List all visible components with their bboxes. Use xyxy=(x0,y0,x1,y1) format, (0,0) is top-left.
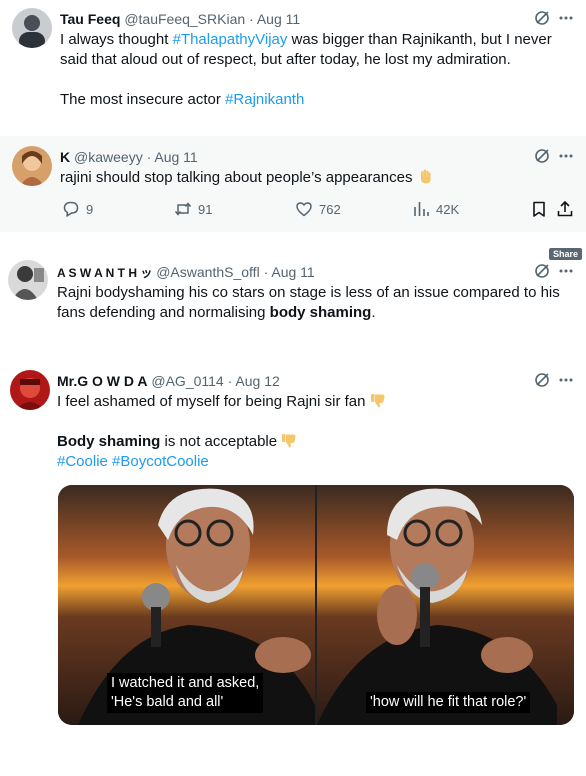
more-icon[interactable] xyxy=(558,10,574,26)
tweet-date[interactable]: Aug 11 xyxy=(154,149,197,165)
separator: · xyxy=(142,149,155,165)
tweet-date[interactable]: Aug 12 xyxy=(235,373,279,389)
video-still-right xyxy=(317,485,574,725)
hashtag-link[interactable]: #Rajnikanth xyxy=(225,91,304,108)
thumbs-down-emoji xyxy=(281,432,297,448)
caption-right: 'how will he fit that role?' xyxy=(366,692,531,713)
bookmark-button[interactable] xyxy=(530,200,548,218)
grok-icon[interactable] xyxy=(534,10,550,26)
tweet-1[interactable]: Tau Feeq @tauFeeq_SRKian · Aug 11 I alwa… xyxy=(0,0,586,136)
caption-left: I watched it and asked, 'He's bald and a… xyxy=(107,673,264,713)
author-handle[interactable]: @kaweeyy xyxy=(74,149,143,165)
separator: · xyxy=(223,373,236,389)
views-button[interactable]: 42K xyxy=(412,200,459,218)
views-icon xyxy=(412,200,430,218)
author-handle[interactable]: @AG_0114 xyxy=(151,373,223,389)
like-button[interactable]: 762 xyxy=(295,200,341,218)
repost-button[interactable]: 91 xyxy=(174,200,212,218)
separator: · xyxy=(259,264,272,280)
author-handle[interactable]: @tauFeeq_SRKian xyxy=(124,11,245,27)
tweet-2-actions: 9 91 762 42K xyxy=(56,200,574,222)
share-button[interactable] xyxy=(556,200,574,218)
more-icon[interactable] xyxy=(558,372,574,388)
tweet-text-line: Rajni bodyshaming his co stars on stage … xyxy=(57,284,560,301)
views-count: 42K xyxy=(436,201,460,217)
tweet-text-line: I feel ashamed of myself for being Rajni… xyxy=(57,392,577,412)
tweet-date[interactable]: Aug 11 xyxy=(257,11,300,27)
tweet-text-line: Body shaming is not acceptable xyxy=(57,432,577,452)
grok-icon[interactable] xyxy=(534,263,550,279)
author-name[interactable]: Mr.G O W D A xyxy=(57,373,147,389)
reply-count: 9 xyxy=(86,201,94,217)
share-icon xyxy=(556,200,574,218)
like-count: 762 xyxy=(319,201,341,217)
author-name[interactable]: Tau Feeq xyxy=(60,11,120,27)
author-name[interactable]: A S W A N T H ッ xyxy=(57,266,152,280)
avatar[interactable] xyxy=(8,260,48,300)
avatar[interactable] xyxy=(12,8,52,48)
media-panel-right: 'how will he fit that role?' xyxy=(317,485,574,725)
hashtag-links[interactable]: #Coolie #BoycotCoolie xyxy=(57,452,577,472)
separator: · xyxy=(245,11,257,27)
repost-count: 91 xyxy=(198,201,213,217)
author-handle[interactable]: @AswanthS_offl xyxy=(156,264,259,280)
avatar[interactable] xyxy=(10,370,50,410)
repost-icon xyxy=(174,200,192,218)
tweet-3[interactable]: A S W A N T H ッ @AswanthS_offl · Aug 11 … xyxy=(0,250,586,350)
tweet-date[interactable]: Aug 11 xyxy=(271,264,314,280)
reply-button[interactable]: 9 xyxy=(62,200,93,218)
avatar[interactable] xyxy=(12,146,52,186)
bookmark-icon xyxy=(530,200,548,218)
grok-icon[interactable] xyxy=(534,148,550,164)
tweet-text: rajini should stop talking about people’… xyxy=(60,169,413,186)
thumbs-down-emoji xyxy=(370,392,386,408)
tweet-text-line: fans defending and normalising body sham… xyxy=(57,304,376,321)
tweet-text-line: The most insecure actor #Rajnikanth xyxy=(60,91,305,108)
hashtag-link[interactable]: #ThalapathyVijay xyxy=(173,31,288,48)
more-icon[interactable] xyxy=(558,148,574,164)
tweet-text-line: I always thought #ThalapathyVijay was bi… xyxy=(60,31,552,48)
author-name[interactable]: K xyxy=(60,149,70,165)
raised-hand-emoji xyxy=(417,168,433,184)
tweet-media[interactable]: I watched it and asked, 'He's bald and a… xyxy=(58,485,574,725)
media-panel-left: I watched it and asked, 'He's bald and a… xyxy=(58,485,315,725)
reply-icon xyxy=(62,200,80,218)
grok-icon[interactable] xyxy=(534,372,550,388)
more-icon[interactable] xyxy=(558,263,574,279)
like-icon xyxy=(295,200,313,218)
tweet-text-line: said that aloud out of respect, but afte… xyxy=(60,51,511,68)
